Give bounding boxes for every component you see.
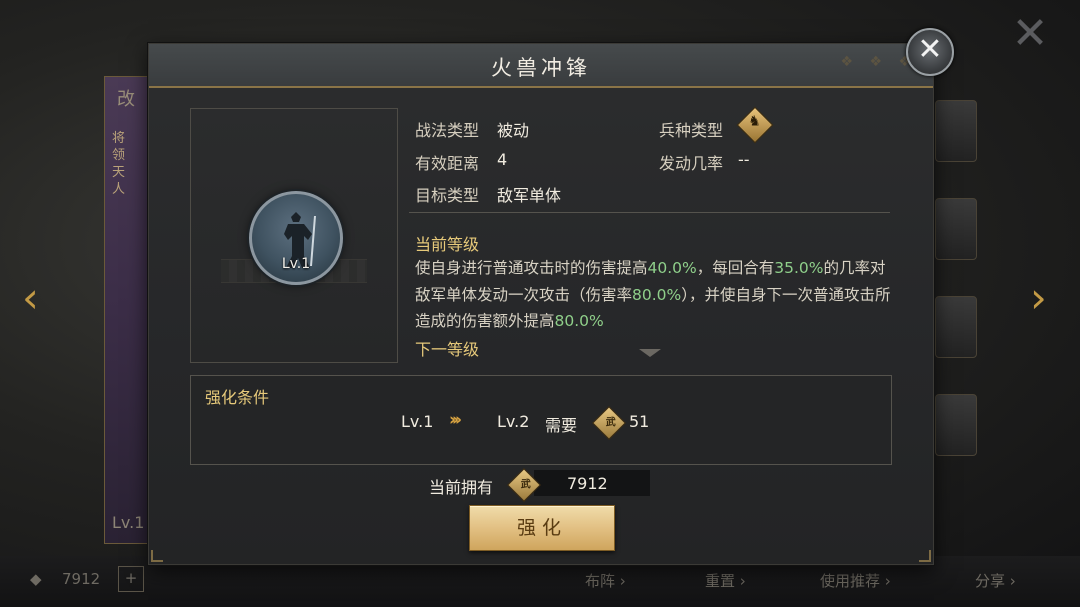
coin-icon: ◆ [30,570,42,588]
corner-ornament [919,550,931,562]
dialog-title: 火兽冲锋 [491,56,591,80]
bottom-coin-count: 7912 [62,570,101,588]
skill-portrait-panel: Lv.1 [190,108,398,363]
background-card-level: Lv.1 [112,513,145,532]
background-portrait [935,198,977,260]
reset-button[interactable]: 重置 › [705,570,746,591]
trigger-rate-value: -- [738,150,750,169]
close-icon[interactable]: ✕ [906,28,954,76]
troop-type-label: 兵种类型 [659,121,724,140]
current-level-heading: 当前等级 [415,235,480,254]
owned-value: 7912 [567,474,608,493]
skill-level-badge: Lv.1 [281,256,311,272]
description-text: ，每回合有 [696,259,775,277]
highlight-value: 80.0% [554,312,604,330]
owned-label: 当前拥有 [429,478,494,497]
enhance-button[interactable]: 强化 [469,505,615,551]
current-level-description: 使自身进行普通攻击时的伤害提高40.0%，每回合有35.0%的几率对敌军单体发动… [415,255,895,335]
next-level-heading[interactable]: 下一等级 [415,336,479,360]
target-type-value: 敌军单体 [497,186,562,205]
background-side-text: 将领天人 [112,131,126,197]
highlight-value: 35.0% [774,259,824,277]
upgrade-require-label: 需要 [545,416,578,435]
add-button[interactable]: + [118,566,144,592]
formation-button[interactable]: 布阵 › [585,570,626,591]
highlight-value: 80.0% [632,285,682,304]
background-portrait [935,100,977,162]
background-portrait-list [935,100,977,530]
background-portrait [935,296,977,358]
skill-type-value: 被动 [497,121,530,140]
upgrade-condition-heading: 强化条件 [205,388,270,407]
scroll-down-icon[interactable] [639,349,661,357]
upgrade-condition-box: 强化条件 Lv.1 ››› Lv.2 需要 武 51 [190,375,892,465]
highlight-value: 40.0% [647,259,697,277]
target-type-label: 目标类型 [415,186,480,205]
skill-upgrade-dialog: 火兽冲锋 ❖ ❖ ❖ Lv.1 战法类型 被动 兵种类型 ♞ 有效距离 4 发动… [148,43,934,565]
token-glyph: 武 [605,417,616,429]
range-value: 4 [497,150,508,169]
triple-chevron-icon: ››› [449,410,462,430]
info-divider [409,212,890,213]
background-portrait [935,394,977,456]
token-glyph: 武 [520,479,531,491]
prev-arrow-icon[interactable]: ‹ [22,277,54,319]
description-text: 使自身进行普通攻击时的伤害提高 [415,259,648,277]
use-recommend-button[interactable]: 使用推荐 › [820,570,891,591]
next-arrow-icon[interactable]: › [1030,277,1062,319]
skill-icon: Lv.1 [249,191,343,285]
upgrade-from-level: Lv.1 [401,412,434,431]
upgrade-to-level: Lv.2 [497,412,530,431]
background-card-glyph: 改 [117,89,135,110]
upgrade-require-amount: 51 [629,412,650,431]
trigger-rate-label: 发动几率 [659,154,724,173]
range-label: 有效距离 [415,154,480,173]
background-close-icon[interactable]: ✕ [1008,12,1052,56]
skill-type-label: 战法类型 [415,121,480,140]
dialog-header: 火兽冲锋 ❖ ❖ ❖ [149,44,933,88]
cavalry-icon: ♞ [736,106,774,144]
corner-ornament [151,550,163,562]
share-button[interactable]: 分享 › [975,570,1016,591]
martial-token-icon: 武 [592,406,626,440]
